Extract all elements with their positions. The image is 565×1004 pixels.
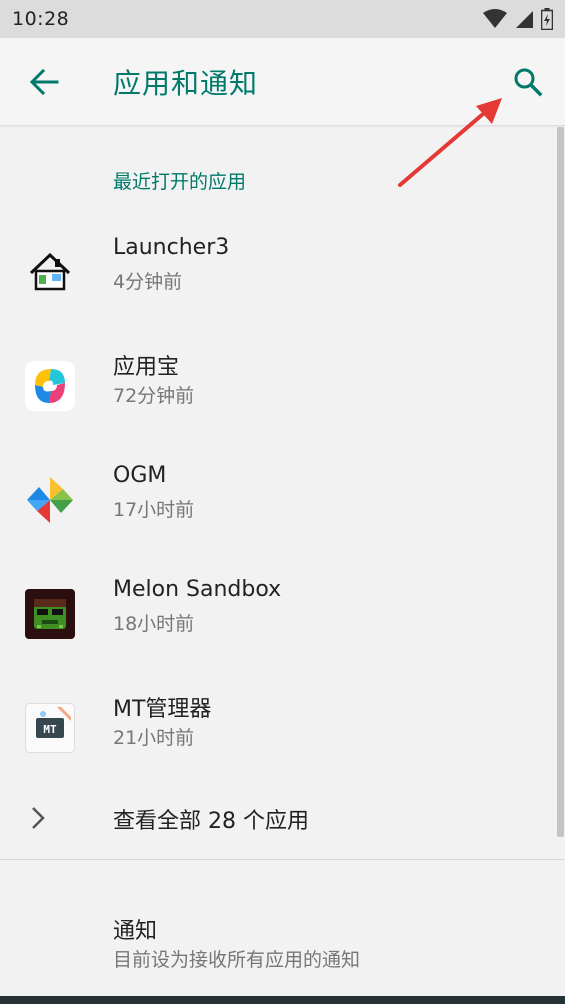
yingyongbao-icon xyxy=(25,361,75,411)
status-icons xyxy=(483,8,553,30)
back-button[interactable] xyxy=(22,60,66,104)
see-all-apps-label: 查看全部 28 个应用 xyxy=(113,809,309,834)
app-name: 应用宝 xyxy=(113,355,180,380)
page-title: 应用和通知 xyxy=(113,67,259,100)
launcher3-icon xyxy=(29,252,71,291)
app-name: OGM xyxy=(113,463,167,488)
melon-sandbox-icon xyxy=(25,589,75,639)
wifi-icon xyxy=(483,9,507,28)
notifications-item[interactable]: 通知 目前设为接收所有应用的通知 xyxy=(0,897,556,997)
app-bar: 应用和通知 xyxy=(0,38,565,126)
app-last-opened: 72分钟前 xyxy=(113,385,195,407)
chevron-right-icon xyxy=(32,807,45,829)
app-last-opened: 21小时前 xyxy=(113,727,195,749)
signal-icon xyxy=(516,11,533,28)
arrow-back-icon xyxy=(29,69,59,95)
notifications-summary: 目前设为接收所有应用的通知 xyxy=(113,949,361,971)
status-bar: 10:28 xyxy=(0,0,565,38)
section-divider xyxy=(0,859,565,860)
app-name: Launcher3 xyxy=(113,235,230,260)
app-last-opened: 4分钟前 xyxy=(113,271,183,293)
list-item-ogm[interactable]: OGM 17小时前 xyxy=(0,449,556,559)
section-header-recent: 最近打开的应用 xyxy=(113,171,247,193)
navigation-bar-edge xyxy=(0,996,565,1004)
mt-manager-icon: MT xyxy=(25,703,75,753)
app-last-opened: 17小时前 xyxy=(113,499,195,521)
svg-text:MT: MT xyxy=(43,723,57,736)
pinwheel-icon xyxy=(27,477,73,523)
app-name: MT管理器 xyxy=(113,697,212,722)
list-item-launcher3[interactable]: Launcher3 4分钟前 xyxy=(0,221,556,331)
see-all-apps-button[interactable]: 查看全部 28 个应用 xyxy=(0,779,556,859)
app-last-opened: 18小时前 xyxy=(113,613,195,635)
list-item-melon-sandbox[interactable]: Melon Sandbox 18小时前 xyxy=(0,563,556,673)
list-item-mt-manager[interactable]: MT MT管理器 21小时前 xyxy=(0,677,556,787)
notifications-title: 通知 xyxy=(113,919,158,944)
scrollbar[interactable] xyxy=(557,127,564,837)
list-item-yingyongbao[interactable]: 应用宝 72分钟前 xyxy=(0,335,556,445)
status-time: 10:28 xyxy=(12,8,70,30)
battery-icon xyxy=(541,8,553,30)
search-button[interactable] xyxy=(506,60,550,104)
settings-content: 最近打开的应用 Launcher3 4分钟前 应用宝 72分钟前 OGM 17小… xyxy=(0,127,565,1004)
app-name: Melon Sandbox xyxy=(113,577,282,602)
search-icon xyxy=(514,68,543,97)
